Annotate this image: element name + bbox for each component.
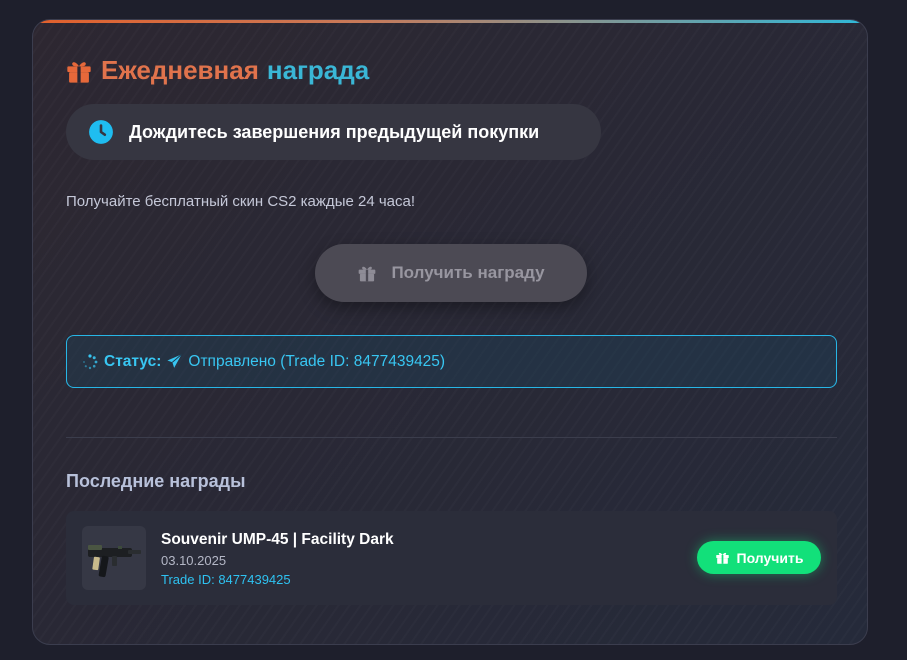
daily-reward-card: Ежедневная награда Дождитесь завершения …: [32, 19, 868, 645]
spinner-icon: [82, 353, 98, 370]
skin-name: Souvenir UMP-45 | Facility Dark: [161, 531, 394, 548]
list-item: Souvenir UMP-45 | Facility Dark 03.10.20…: [66, 511, 837, 605]
page-title: Ежедневная награда: [65, 55, 369, 86]
claim-reward-label: Получить награду: [391, 263, 545, 282]
reward-date: 03.10.2025: [161, 553, 227, 568]
get-reward-label: Получить: [736, 549, 804, 566]
status-label: Статус:: [104, 352, 162, 370]
notice-text: Дождитесь завершения предыдущей покупки: [129, 121, 540, 142]
get-reward-button[interactable]: Получить: [697, 541, 821, 574]
title-part-2: награда: [266, 55, 370, 85]
section-divider: [66, 437, 837, 438]
recent-rewards-title: Последние награды: [66, 471, 246, 491]
clock-icon: [88, 119, 114, 145]
paper-plane-icon: [166, 353, 183, 370]
gift-icon: [357, 263, 377, 283]
title-part-1: Ежедневная: [101, 55, 259, 85]
trade-id: Trade ID: 8477439425: [161, 572, 291, 587]
gift-icon: [715, 550, 730, 565]
reward-description: Получайте бесплатный скин CS2 каждые 24 …: [66, 193, 415, 210]
skin-thumbnail: [82, 526, 146, 590]
claim-reward-button[interactable]: Получить награду: [315, 244, 587, 302]
wait-notice: Дождитесь завершения предыдущей покупки: [66, 104, 601, 160]
gift-icon: [65, 57, 93, 85]
status-box: Статус: Отправлено (Trade ID: 8477439425…: [66, 335, 837, 388]
status-value: Отправлено (Trade ID: 8477439425): [188, 352, 446, 370]
